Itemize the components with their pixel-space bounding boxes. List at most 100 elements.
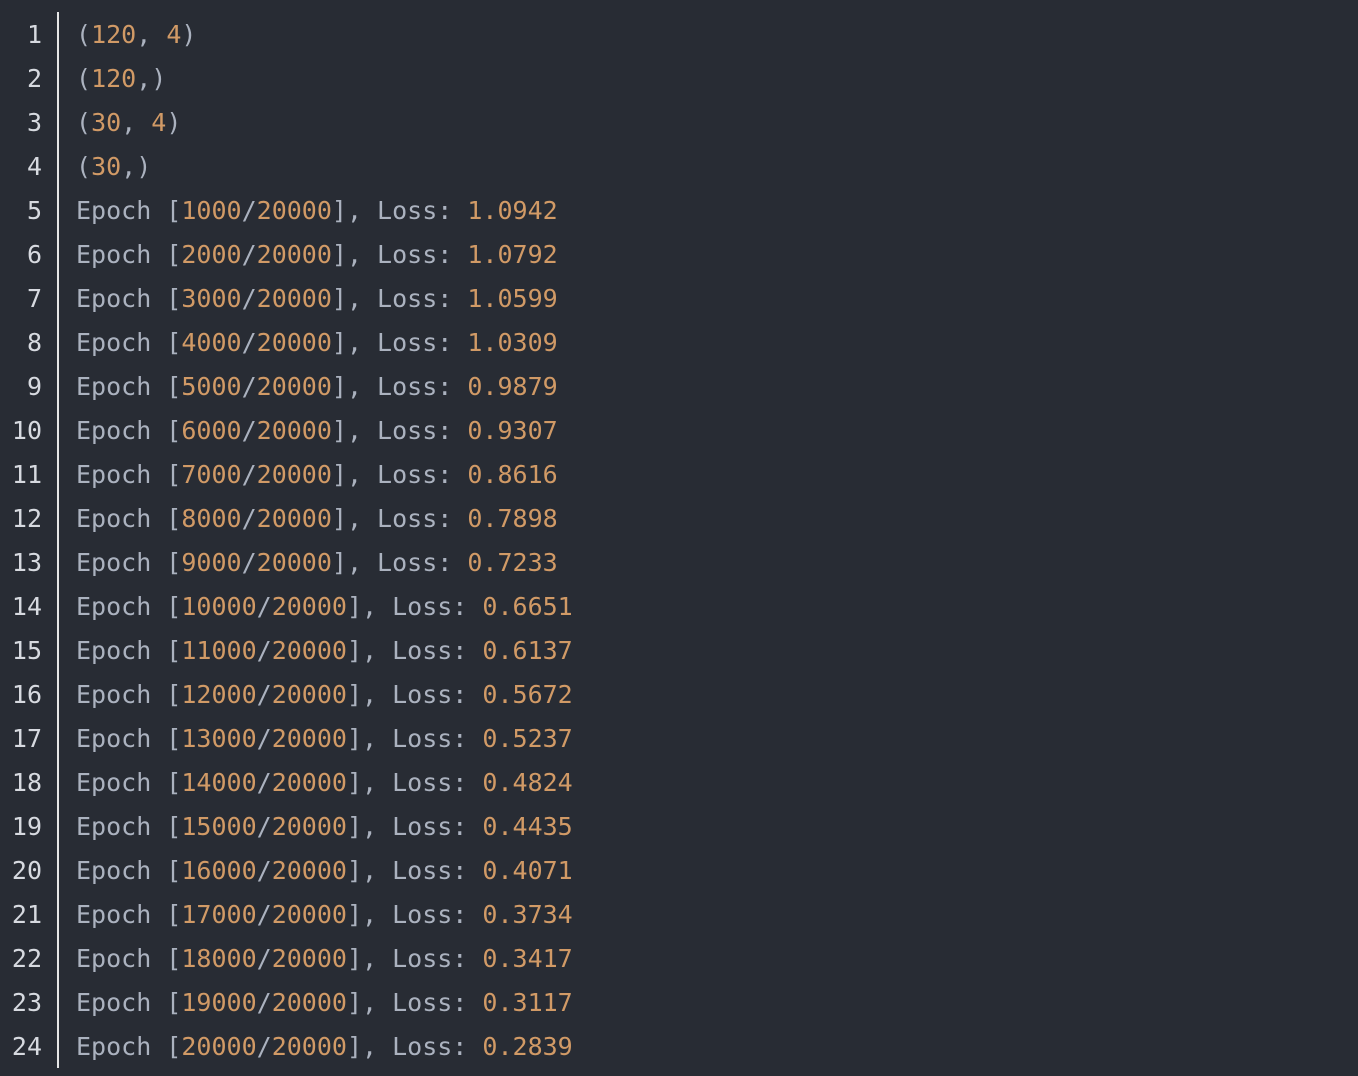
number-token: 8000 [181, 504, 242, 533]
output-line: 12 Epoch [8000/20000], Loss: 0.7898 [0, 497, 1358, 541]
text-token: ], Loss: [331, 416, 468, 445]
line-content: (120, 4) [76, 13, 196, 57]
output-line: 21 Epoch [17000/20000], Loss: 0.3734 [0, 893, 1358, 937]
number-token: 0.4435 [482, 812, 573, 841]
number-token: 20000 [271, 944, 347, 973]
output-line: 5 Epoch [1000/20000], Loss: 1.0942 [0, 189, 1358, 233]
text-token: ], Loss: [346, 812, 483, 841]
line-content: (30, 4) [76, 101, 181, 145]
text-token: / [256, 592, 272, 621]
text-token: / [241, 284, 257, 313]
output-lines: 1 (120, 4) 2 (120,) 3 (30, 4) 4 (30,) 5 Epoch [10… [0, 13, 1358, 1069]
line-content: Epoch [8000/20000], Loss: 0.7898 [76, 497, 558, 541]
output-line: 4 (30,) [0, 145, 1358, 189]
text-token: ], Loss: [346, 856, 483, 885]
number-token: 20000 [271, 1032, 347, 1061]
line-number: 20 [11, 856, 42, 885]
line-number: 17 [11, 724, 42, 753]
text-token: / [256, 856, 272, 885]
number-token: 9000 [181, 548, 242, 577]
text-token: Epoch [ [76, 768, 182, 797]
text-token: Epoch [ [76, 592, 182, 621]
output-line: 9 Epoch [5000/20000], Loss: 0.9879 [0, 365, 1358, 409]
line-content: (120,) [76, 57, 166, 101]
text-token: ], Loss: [346, 768, 483, 797]
text-token: ], Loss: [331, 284, 468, 313]
number-token: 20000 [256, 504, 332, 533]
text-token: , [136, 20, 167, 49]
text-token: ) [166, 108, 182, 137]
number-token: 20000 [271, 768, 347, 797]
number-token: 120 [91, 20, 137, 49]
text-token: ], Loss: [346, 636, 483, 665]
line-content: Epoch [19000/20000], Loss: 0.3117 [76, 981, 573, 1025]
text-token: Epoch [ [76, 1032, 182, 1061]
number-token: 20000 [256, 372, 332, 401]
number-token: 0.9307 [467, 416, 558, 445]
text-token: ], Loss: [346, 724, 483, 753]
text-token: ], Loss: [346, 680, 483, 709]
line-number: 9 [26, 372, 42, 401]
text-token: / [241, 460, 257, 489]
output-line: 10 Epoch [6000/20000], Loss: 0.9307 [0, 409, 1358, 453]
text-token: ], Loss: [331, 328, 468, 357]
line-content: Epoch [18000/20000], Loss: 0.3417 [76, 937, 573, 981]
output-line: 11 Epoch [7000/20000], Loss: 0.8616 [0, 453, 1358, 497]
text-token: / [256, 944, 272, 973]
line-number: 21 [11, 900, 42, 929]
line-number: 7 [26, 284, 42, 313]
text-token: ], Loss: [346, 1032, 483, 1061]
text-token: Epoch [ [76, 680, 182, 709]
number-token: 1.0599 [467, 284, 558, 313]
line-number: 23 [11, 988, 42, 1017]
number-token: 20000 [271, 636, 347, 665]
line-number: 2 [26, 64, 42, 93]
line-number: 3 [26, 108, 42, 137]
text-token: Epoch [ [76, 636, 182, 665]
output-line: 3 (30, 4) [0, 101, 1358, 145]
text-token: Epoch [ [76, 812, 182, 841]
code-output-panel: 1 (120, 4) 2 (120,) 3 (30, 4) 4 (30,) 5 Epoch [10… [0, 0, 1358, 1076]
number-token: 11000 [181, 636, 257, 665]
output-line: 19 Epoch [15000/20000], Loss: 0.4435 [0, 805, 1358, 849]
number-token: 30 [91, 152, 122, 181]
line-number: 24 [11, 1032, 42, 1061]
text-token: / [256, 1032, 272, 1061]
line-content: Epoch [7000/20000], Loss: 0.8616 [76, 453, 558, 497]
text-token: ,) [121, 152, 152, 181]
line-number: 16 [11, 680, 42, 709]
text-token: ], Loss: [346, 592, 483, 621]
output-line: 6 Epoch [2000/20000], Loss: 1.0792 [0, 233, 1358, 277]
text-token: ], Loss: [331, 548, 468, 577]
number-token: 0.4071 [482, 856, 573, 885]
line-number: 22 [11, 944, 42, 973]
number-token: 15000 [181, 812, 257, 841]
line-number: 12 [11, 504, 42, 533]
number-token: 20000 [256, 196, 332, 225]
line-number: 10 [11, 416, 42, 445]
number-token: 120 [91, 64, 137, 93]
number-token: 0.6137 [482, 636, 573, 665]
number-token: 30 [91, 108, 122, 137]
text-token: / [256, 724, 272, 753]
text-token: ( [76, 20, 92, 49]
line-content: Epoch [4000/20000], Loss: 1.0309 [76, 321, 558, 365]
text-token: / [256, 768, 272, 797]
number-token: 0.5672 [482, 680, 573, 709]
number-token: 0.7233 [467, 548, 558, 577]
number-token: 20000 [256, 416, 332, 445]
text-token: ], Loss: [331, 504, 468, 533]
line-content: Epoch [1000/20000], Loss: 1.0942 [76, 189, 558, 233]
number-token: 1.0792 [467, 240, 558, 269]
text-token: ], Loss: [331, 460, 468, 489]
line-number: 8 [26, 328, 42, 357]
number-token: 2000 [181, 240, 242, 269]
text-token: Epoch [ [76, 284, 182, 313]
text-token: Epoch [ [76, 856, 182, 885]
number-token: 20000 [256, 548, 332, 577]
line-number: 5 [26, 196, 42, 225]
line-number: 19 [11, 812, 42, 841]
text-token: ,) [136, 64, 167, 93]
number-token: 20000 [271, 856, 347, 885]
number-token: 10000 [181, 592, 257, 621]
